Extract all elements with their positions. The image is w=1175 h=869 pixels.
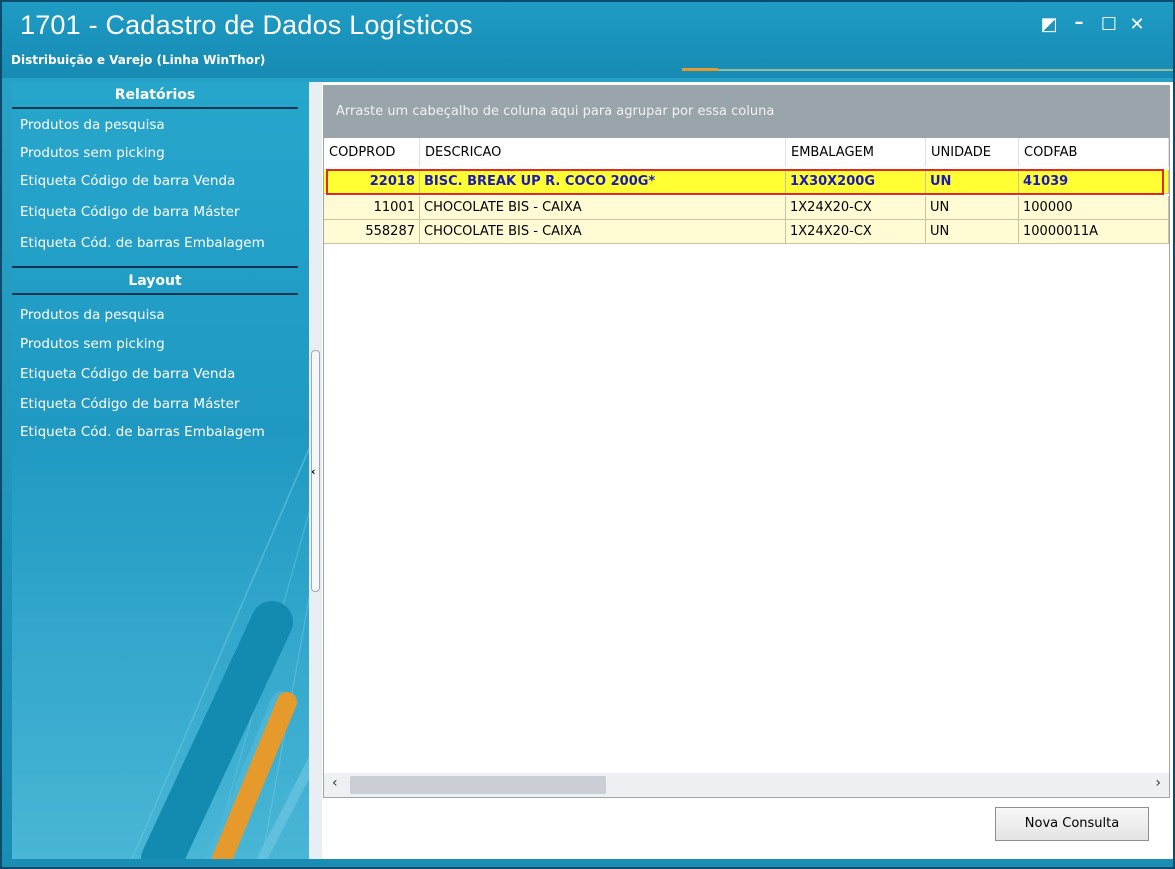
title-bar: 1701 - Cadastro de Dados Logísticos Dist… [2, 2, 1173, 78]
table-row[interactable]: 11001 CHOCOLATE BIS - CAIXA 1X24X20-CX U… [324, 196, 1169, 220]
cell-embalagem[interactable]: 1X30X200G [786, 170, 926, 194]
window-subtitle: Distribuição e Varejo (Linha WinThor) [11, 53, 266, 67]
column-header-unidade[interactable]: UNIDADE [926, 138, 1019, 167]
column-header-codfab[interactable]: CODFAB [1019, 138, 1169, 167]
table-row-selected[interactable]: 22018 BISC. BREAK UP R. COCO 200G* 1X30X… [324, 170, 1169, 194]
cell-descricao[interactable]: BISC. BREAK UP R. COCO 200G* [420, 170, 786, 194]
group-by-bar[interactable]: Arraste um cabeçalho de coluna aqui para… [324, 86, 1169, 138]
cell-embalagem[interactable]: 1X24X20-CX [786, 220, 926, 244]
title-accent [682, 68, 718, 71]
cell-descricao[interactable]: CHOCOLATE BIS - CAIXA [420, 220, 786, 244]
cell-codprod[interactable]: 22018 [324, 170, 420, 194]
cell-descricao[interactable]: CHOCOLATE BIS - CAIXA [420, 196, 786, 220]
title-accent-line [718, 69, 1173, 71]
scroll-right-icon[interactable]: › [1155, 775, 1161, 791]
cell-codprod[interactable]: 558287 [324, 220, 420, 244]
cell-codfab[interactable]: 41039 [1019, 170, 1169, 194]
cell-embalagem[interactable]: 1X24X20-CX [786, 196, 926, 220]
results-grid[interactable]: Arraste um cabeçalho de coluna aqui para… [323, 85, 1170, 798]
group-by-hint: Arraste um cabeçalho de coluna aqui para… [336, 104, 775, 119]
sidebar: Relatórios Produtos da pesquisa Produtos… [12, 82, 309, 859]
close-icon[interactable]: ✕ [1126, 14, 1148, 36]
table-row[interactable]: 558287 CHOCOLATE BIS - CAIXA 1X24X20-CX … [324, 220, 1169, 244]
cell-unidade[interactable]: UN [926, 220, 1019, 244]
nova-consulta-button[interactable]: Nova Consulta [995, 807, 1149, 841]
cell-unidade[interactable]: UN [926, 170, 1019, 194]
scroll-left-icon[interactable]: ‹ [332, 775, 338, 791]
window-title: 1701 - Cadastro de Dados Logísticos [20, 10, 473, 40]
scrollbar-thumb[interactable] [350, 776, 606, 794]
panel-splitter[interactable]: ‹ [309, 82, 322, 859]
restore-icon[interactable]: ◩ [1038, 14, 1060, 36]
cell-codfab[interactable]: 100000 [1019, 196, 1169, 220]
cell-codprod[interactable]: 11001 [324, 196, 420, 220]
column-header-codprod[interactable]: CODPROD [324, 138, 420, 167]
app-window: 1701 - Cadastro de Dados Logísticos Dist… [0, 0, 1175, 869]
main-panel: Arraste um cabeçalho de coluna aqui para… [322, 82, 1173, 859]
sidebar-decoration [131, 447, 309, 859]
horizontal-scrollbar[interactable]: ‹ › [324, 773, 1169, 797]
column-header-embalagem[interactable]: EMBALAGEM [786, 138, 926, 167]
cell-codfab[interactable]: 10000011A [1019, 220, 1169, 244]
cell-unidade[interactable]: UN [926, 196, 1019, 220]
collapse-arrow-icon[interactable]: ‹ [311, 465, 316, 478]
minimize-icon[interactable]: – [1068, 12, 1090, 34]
maximize-icon[interactable]: ☐ [1098, 14, 1120, 36]
column-header-descricao[interactable]: DESCRICAO [420, 138, 786, 167]
